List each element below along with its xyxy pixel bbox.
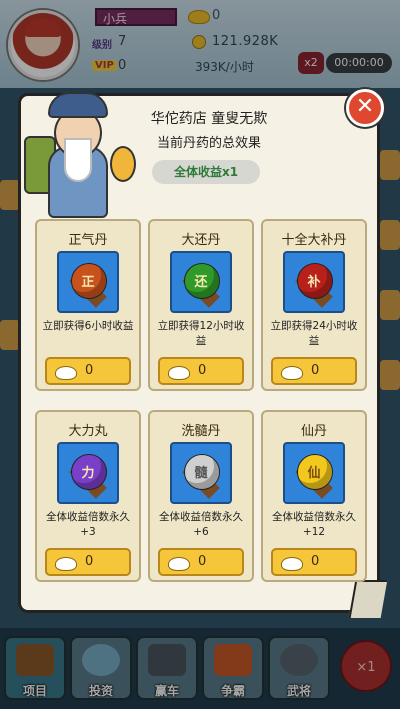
buy-price: 0 <box>85 554 94 569</box>
pill-image: 力 <box>57 442 119 504</box>
pill-card: 洗髓丹 髓 全体收益倍数永久+6 0 <box>148 410 254 582</box>
buy-button[interactable]: 0 <box>271 548 357 576</box>
pill-card: 大还丹 还 立即获得12小时收益 0 <box>148 219 254 391</box>
ingot-icon <box>281 366 303 380</box>
shop-title: 华佗药店 童叟无欺 <box>150 111 268 127</box>
buy-price: 0 <box>311 363 320 378</box>
total-effect-text: 全体收益x1 <box>173 165 239 179</box>
pill-name: 正气丹 <box>68 233 108 248</box>
buy-price: 0 <box>198 363 207 378</box>
pill-image: 仙 <box>283 442 345 504</box>
gourd-icon <box>110 146 136 182</box>
pill-glyph: 正 <box>81 275 95 290</box>
pill-name: 洗髓丹 <box>181 424 221 439</box>
pill-name: 大力丸 <box>68 424 108 439</box>
pill-description: 立即获得24小时收益 <box>270 320 358 347</box>
close-button[interactable]: ✕ <box>346 89 384 127</box>
buy-button[interactable]: 0 <box>158 357 244 385</box>
buy-button[interactable]: 0 <box>271 357 357 385</box>
pill-name: 大还丹 <box>181 233 221 248</box>
npc-hat <box>48 92 108 118</box>
ingot-icon <box>281 557 303 571</box>
pill-card: 大力丸 力 全体收益倍数永久+3 0 <box>35 410 141 582</box>
buy-price: 0 <box>85 363 94 378</box>
pill-glyph: 还 <box>194 275 208 290</box>
pill-name: 十全大补丹 <box>281 233 347 248</box>
pill-glyph: 力 <box>81 466 95 481</box>
pill-glyph: 髓 <box>194 466 208 481</box>
total-effect-badge: 全体收益x1 <box>152 160 260 184</box>
ingot-icon <box>55 557 77 571</box>
pill-description: 全体收益倍数永久+12 <box>272 511 356 538</box>
npc-huatuo <box>22 86 136 218</box>
pill-card: 正气丹 正 立即获得6小时收益 0 <box>35 219 141 391</box>
ingot-icon <box>55 366 77 380</box>
pill-description: 立即获得6小时收益 <box>42 320 134 332</box>
buy-button[interactable]: 0 <box>158 548 244 576</box>
pill-image: 补 <box>283 251 345 313</box>
pill-card: 仙丹 仙 全体收益倍数永久+12 0 <box>261 410 367 582</box>
pill-description: 立即获得12小时收益 <box>157 320 245 347</box>
pill-description: 全体收益倍数永久+6 <box>159 511 243 538</box>
npc-beard <box>64 138 92 182</box>
pill-image: 正 <box>57 251 119 313</box>
pill-image: 还 <box>170 251 232 313</box>
buy-button[interactable]: 0 <box>45 357 131 385</box>
buy-price: 0 <box>311 554 320 569</box>
pill-name: 仙丹 <box>300 424 327 439</box>
pill-card: 十全大补丹 补 立即获得24小时收益 0 <box>261 219 367 391</box>
pill-image: 髓 <box>170 442 232 504</box>
ingot-icon <box>168 557 190 571</box>
pill-glyph: 补 <box>307 275 321 290</box>
pill-glyph: 仙 <box>307 466 321 481</box>
page-curl <box>348 580 388 618</box>
shop-subtitle: 当前丹药的总效果 <box>156 136 261 151</box>
pill-description: 全体收益倍数永久+3 <box>46 511 130 538</box>
buy-price: 0 <box>198 554 207 569</box>
buy-button[interactable]: 0 <box>45 548 131 576</box>
ingot-icon <box>168 366 190 380</box>
